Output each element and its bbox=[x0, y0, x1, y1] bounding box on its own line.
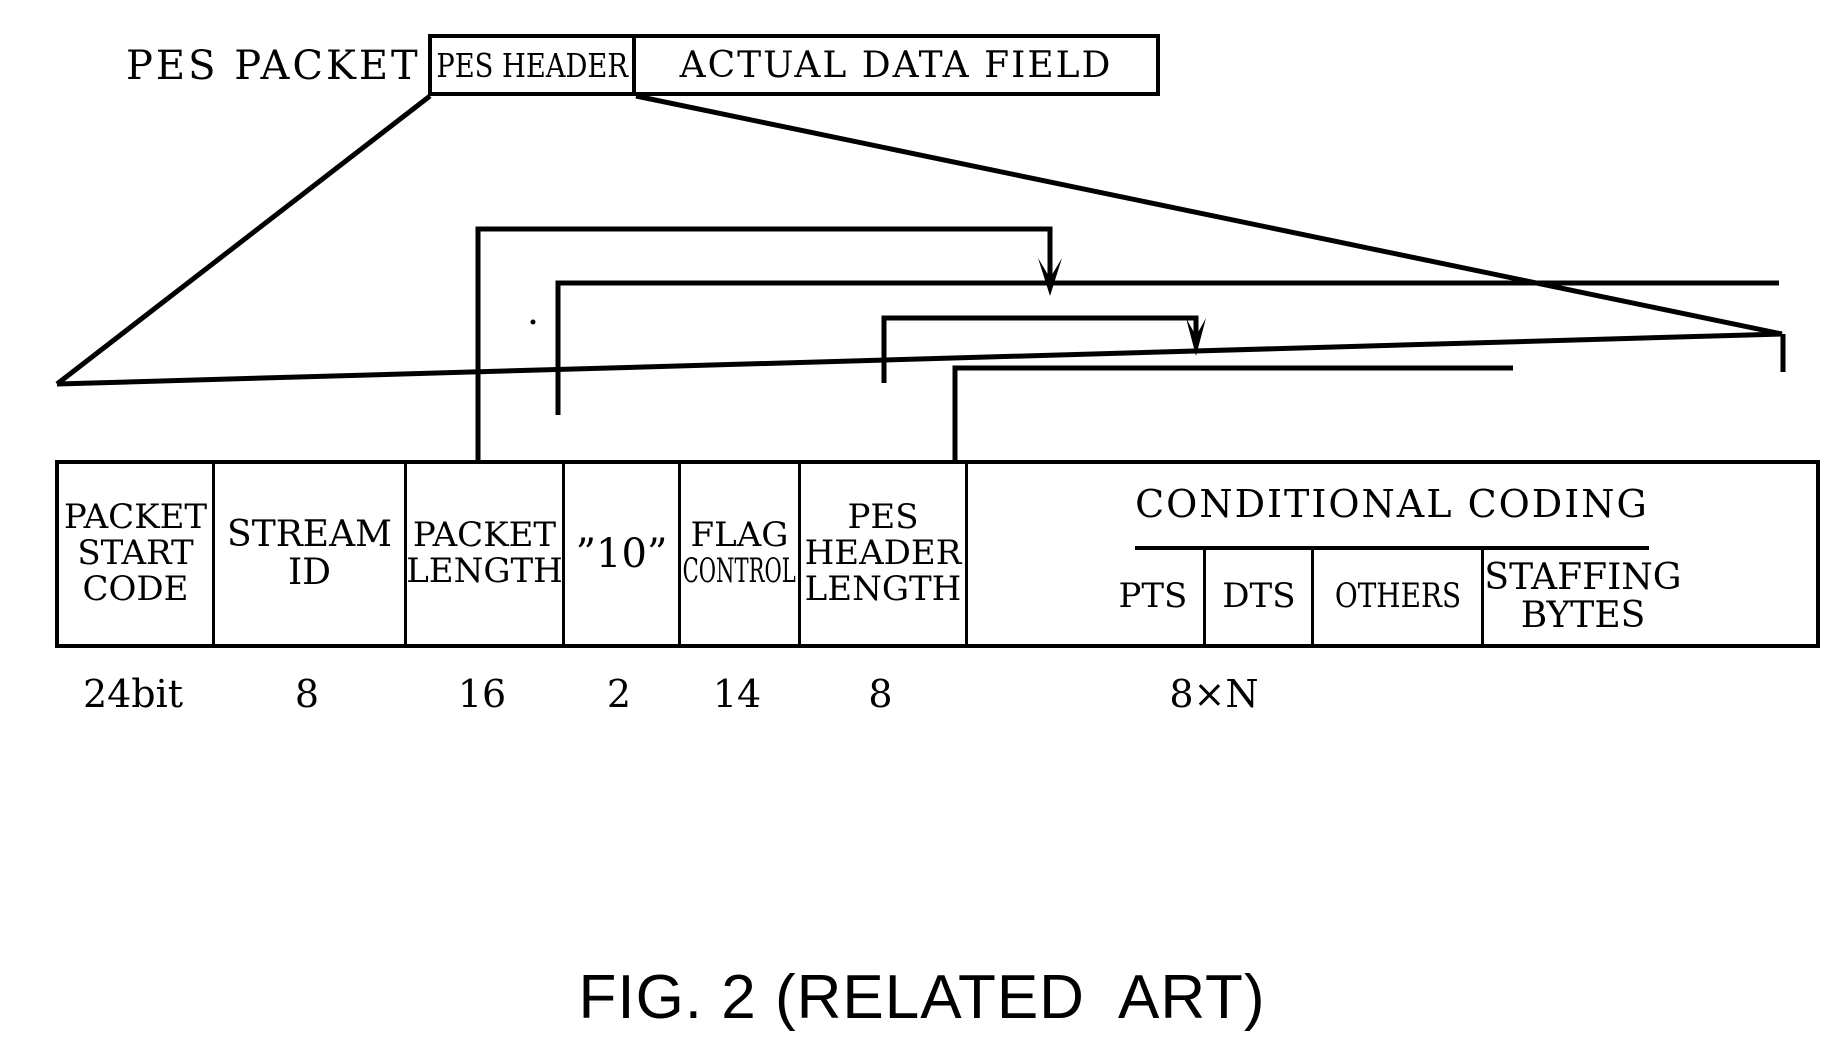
field-ten-marker: ”10” bbox=[565, 464, 681, 644]
box-pes-header: PES HEADER bbox=[432, 38, 636, 92]
bracket-conditional-rail bbox=[952, 365, 1513, 460]
bracket-packet-length bbox=[475, 226, 1053, 460]
field-stream-id: STREAM ID bbox=[215, 464, 407, 644]
bit-label-stream-id: 8 bbox=[294, 672, 320, 716]
subfield-dts: DTS bbox=[1206, 550, 1315, 644]
bit-label-pes-header-length: 8 bbox=[868, 672, 893, 716]
conditional-coding-subfields: PTS DTS OTHERS STAFFING BYTES bbox=[1102, 550, 1682, 644]
pes-packet-structure-row: PES HEADER ACTUAL DATA FIELD bbox=[428, 34, 1160, 96]
field-pes-header-length: PES HEADER LENGTH bbox=[801, 464, 968, 644]
field-pes-header-length-line-3: LENGTH bbox=[804, 568, 962, 609]
bit-label-packet-start-code: 24bit bbox=[82, 672, 184, 716]
field-packet-start-code-line-2: START bbox=[77, 533, 194, 574]
subfield-others-label: OTHERS bbox=[1334, 576, 1462, 617]
field-packet-start-code: PACKET START CODE bbox=[59, 464, 215, 644]
bracket-arrow-1 bbox=[1038, 258, 1062, 296]
bit-label-conditional-coding: 8×N bbox=[1169, 672, 1259, 716]
bracket-pes-header-length bbox=[881, 315, 1199, 383]
bit-label-packet-length: 16 bbox=[457, 672, 507, 716]
subfield-dts-label: DTS bbox=[1222, 576, 1296, 617]
expansion-diagonal-left bbox=[55, 94, 432, 386]
subfield-staffing-bytes: STAFFING BYTES bbox=[1484, 550, 1681, 644]
field-pes-header-length-line-2: HEADER bbox=[804, 533, 962, 574]
field-packet-start-code-line-1: PACKET bbox=[63, 497, 208, 538]
bracket-arrow-2 bbox=[1186, 318, 1206, 356]
bit-label-ten-marker: 2 bbox=[606, 672, 632, 716]
box-pes-header-label: PES HEADER bbox=[436, 45, 628, 85]
subfield-pts-label: PTS bbox=[1118, 576, 1188, 617]
subfield-others: OTHERS bbox=[1314, 550, 1485, 644]
figure-canvas: PES PACKET PES HEADER ACTUAL DATA FIELD … bbox=[0, 0, 1844, 1053]
subfield-staffing-bytes-line-2: BYTES bbox=[1520, 595, 1646, 636]
subfield-staffing-bytes-line-1: STAFFING bbox=[1484, 557, 1682, 599]
field-flag-control-line-2: CONTROL bbox=[682, 551, 797, 591]
field-pes-header-length-line-1: PES bbox=[847, 497, 919, 538]
pes-header-field-table: PACKET START CODE STREAM ID PACKET LENGT… bbox=[55, 460, 1820, 648]
subfield-pts: PTS bbox=[1102, 550, 1207, 644]
field-packet-length: PACKET LENGTH bbox=[406, 464, 565, 644]
field-packet-start-code-line-3: CODE bbox=[82, 568, 189, 609]
field-packet-length-line-1: PACKET bbox=[412, 515, 557, 556]
field-flag-control-line-1: FLAG bbox=[690, 515, 789, 556]
field-ten-marker-label: ”10” bbox=[575, 531, 668, 577]
box-actual-data-field-label: ACTUAL DATA FIELD bbox=[679, 44, 1113, 86]
field-conditional-coding: CONDITIONAL CODING PTS DTS OTHERS STAFFI… bbox=[968, 464, 1816, 644]
field-stream-id-line-1: STREAM bbox=[227, 514, 392, 556]
box-actual-data-field: ACTUAL DATA FIELD bbox=[636, 38, 1156, 92]
bit-label-flag-control: 14 bbox=[712, 672, 762, 716]
field-flag-control: FLAG CONTROL bbox=[681, 464, 801, 644]
pes-packet-label: PES PACKET bbox=[126, 43, 421, 89]
figure-caption: FIG. 2 (RELATED ART) bbox=[578, 963, 1266, 1032]
scan-speck bbox=[530, 319, 536, 325]
field-packet-length-line-2: LENGTH bbox=[406, 551, 563, 591]
bracket-long-rail bbox=[555, 280, 1779, 415]
conditional-coding-title: CONDITIONAL CODING bbox=[1135, 464, 1649, 550]
field-stream-id-line-2: ID bbox=[287, 552, 332, 593]
expansion-diagonal-right bbox=[635, 93, 1783, 337]
table-top-edge bbox=[56, 331, 1783, 387]
